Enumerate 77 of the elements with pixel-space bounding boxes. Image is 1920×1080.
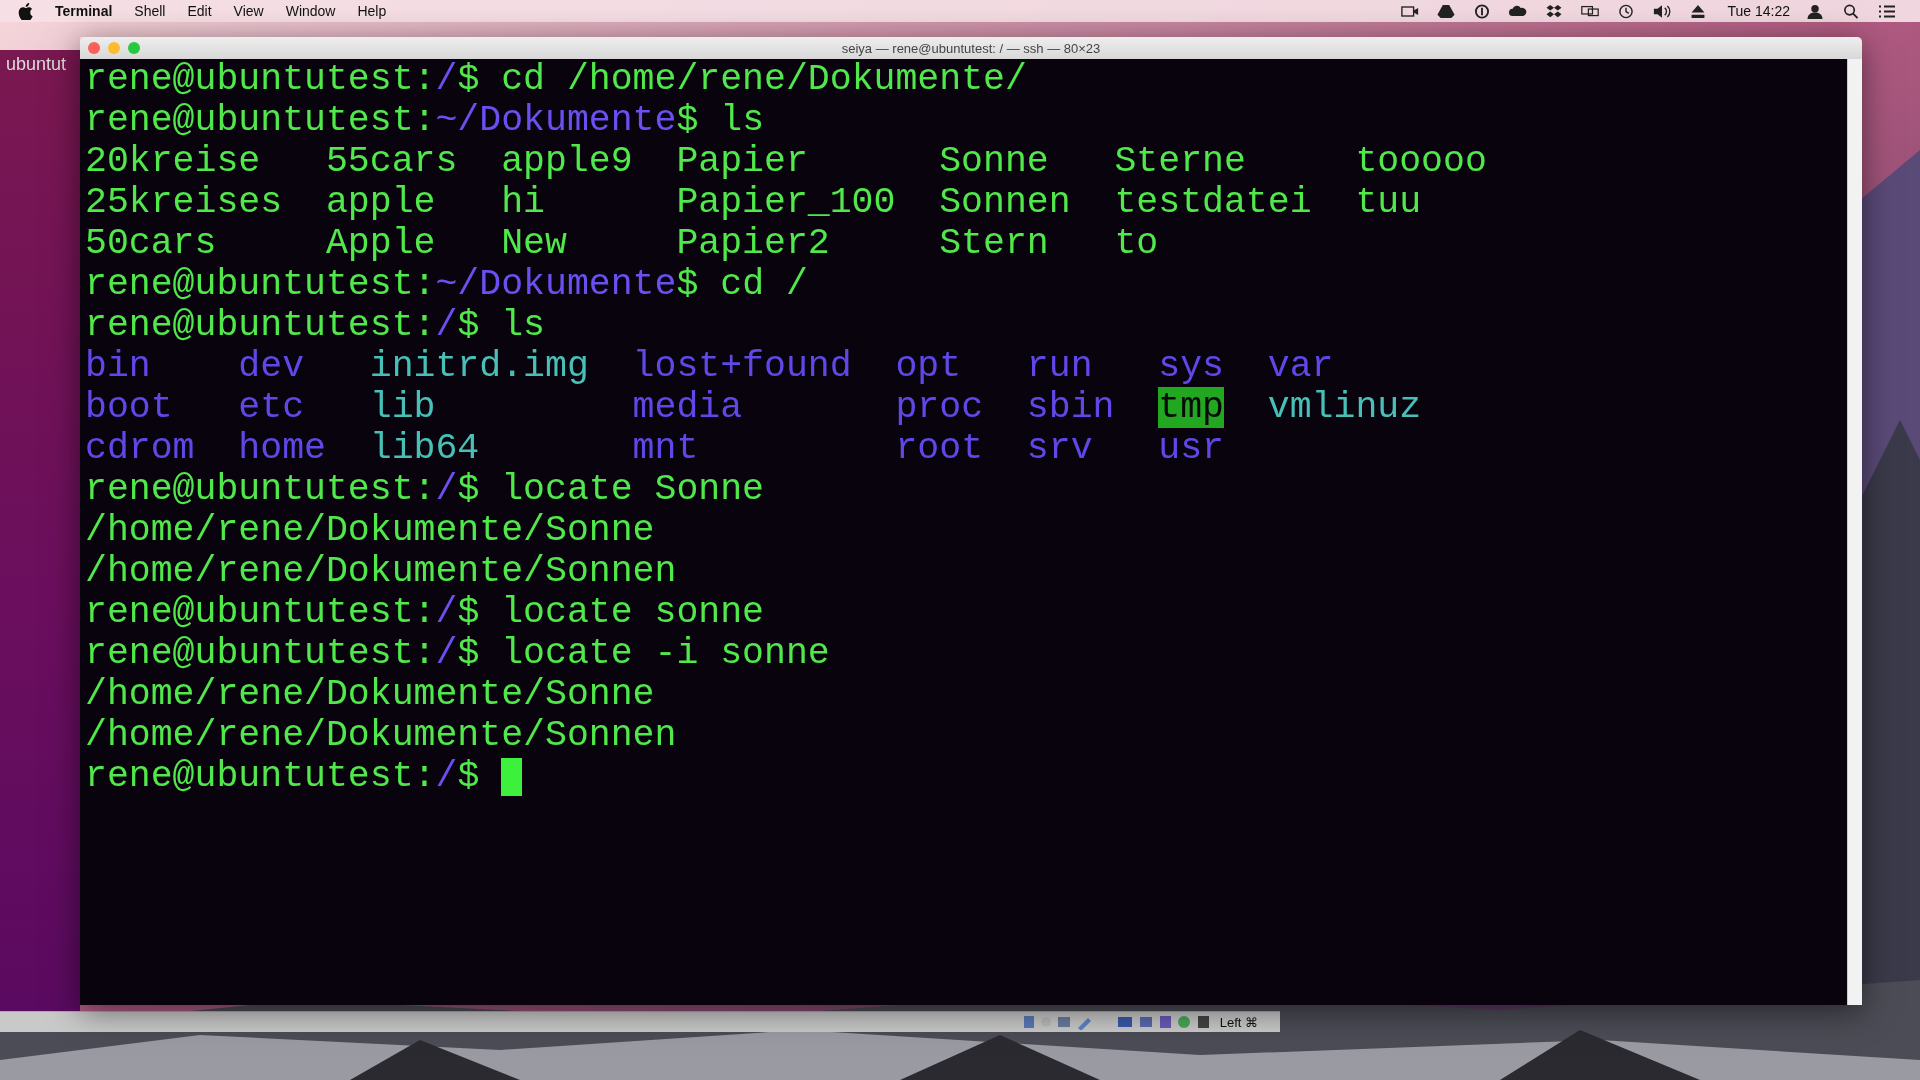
apple-logo-icon[interactable]	[18, 2, 33, 20]
file-name: to	[1114, 223, 1159, 264]
volume-icon[interactable]	[1653, 3, 1672, 19]
file-name: apple	[325, 182, 436, 223]
file-name: Stern	[939, 223, 1049, 264]
clock-icon[interactable]	[1617, 3, 1636, 19]
file-name: tuu	[1355, 182, 1422, 223]
file-name: tooooo	[1355, 141, 1487, 182]
directory-name: usr	[1158, 428, 1224, 469]
menu-clock[interactable]: Tue 14:22	[1727, 3, 1790, 19]
list-icon[interactable]	[1878, 3, 1896, 19]
file-name: hi	[501, 182, 545, 223]
directory-name: lost+found	[632, 346, 852, 387]
terminal-line: rene@ubuntutest:~/Dokumente$ cd /	[85, 264, 808, 305]
directory-name: run	[1026, 346, 1093, 387]
user-icon[interactable]	[1806, 3, 1824, 19]
terminal-line: rene@ubuntutest:/$	[85, 756, 480, 797]
terminal-line: rene@ubuntutest:~/Dokumente$ ls	[85, 100, 765, 141]
file-name: Sonnen	[939, 182, 1071, 223]
window-title: seiya — rene@ubuntutest: / — ssh — 80×23	[841, 40, 1101, 56]
file-name: testdatei	[1114, 182, 1312, 223]
link-name: initrd.img	[369, 346, 589, 387]
menu-item[interactable]: Shell	[134, 3, 166, 19]
directory-name: sys	[1158, 346, 1224, 387]
link-name: lib64	[369, 428, 480, 469]
file-name: Papier	[676, 141, 808, 182]
terminal-line: rene@ubuntutest:/$ cd /home/rene/Dokumente/	[85, 59, 1027, 100]
menu-item[interactable]: Terminal	[55, 3, 113, 19]
cloud-icon[interactable]	[1509, 3, 1528, 19]
directory-name: dev	[238, 346, 305, 387]
terminal-line: rene@ubuntutest:/$ ls	[85, 305, 545, 346]
directory-name: var	[1267, 346, 1334, 387]
directory-name: boot	[85, 387, 173, 428]
menu-item[interactable]: Window	[285, 3, 336, 19]
directory-name: home	[238, 428, 326, 469]
directory-name: mnt	[632, 428, 699, 469]
file-name: 25kreises	[85, 182, 283, 223]
menu-item[interactable]: Edit	[187, 3, 212, 19]
file-name: 50cars	[85, 223, 217, 264]
directory-name: root	[895, 428, 984, 469]
directory-name: etc	[238, 387, 305, 428]
directory-name: proc	[895, 387, 984, 428]
box-icon[interactable]	[1545, 3, 1564, 19]
camera-icon[interactable]	[1401, 3, 1420, 19]
search-icon[interactable]	[1842, 3, 1860, 19]
link-name: vmlinuz	[1267, 387, 1422, 428]
directory-name: sbin	[1026, 387, 1115, 428]
file-name: apple9	[501, 141, 633, 182]
terminal-line: rene@ubuntutest:/$ locate Sonne	[85, 469, 765, 510]
triangle-icon[interactable]	[1437, 3, 1456, 19]
file-name: tmp	[1158, 387, 1224, 428]
directory-name: cdrom	[85, 428, 195, 469]
host-key-label: Left ⌘	[1219, 1014, 1258, 1030]
terminal-line: /home/rene/Dokumente/Sonne	[85, 510, 655, 551]
file-name: New	[501, 223, 567, 264]
terminal-line: /home/rene/Dokumente/Sonne	[85, 674, 655, 715]
info-circle-icon[interactable]	[1473, 3, 1492, 19]
terminal-line: rene@ubuntutest:/$ locate -i sonne	[85, 633, 830, 674]
directory-name: media	[632, 387, 743, 428]
file-name: Papier2	[676, 223, 830, 264]
menu-item[interactable]: Help	[357, 3, 387, 19]
terminal-line: /home/rene/Dokumente/Sonnen	[85, 715, 677, 756]
file-name: Apple	[325, 223, 436, 264]
directory-name: opt	[895, 346, 962, 387]
file-name: 20kreise	[85, 141, 261, 182]
display-icon[interactable]	[1581, 3, 1600, 19]
file-name: Papier_100	[676, 182, 896, 223]
file-name: 55cars	[325, 141, 458, 182]
directory-name: bin	[85, 346, 151, 387]
terminal-line: /home/rene/Dokumente/Sonnen	[85, 551, 677, 592]
file-name: Sterne	[1114, 141, 1246, 182]
file-name: Sonne	[939, 141, 1049, 182]
menu-item[interactable]: View	[233, 3, 264, 19]
guest-panel-title: ubuntut	[5, 53, 68, 76]
terminal-line: rene@ubuntutest:/$ locate sonne	[85, 592, 765, 633]
link-name: lib	[369, 387, 436, 428]
directory-name: srv	[1026, 428, 1093, 469]
